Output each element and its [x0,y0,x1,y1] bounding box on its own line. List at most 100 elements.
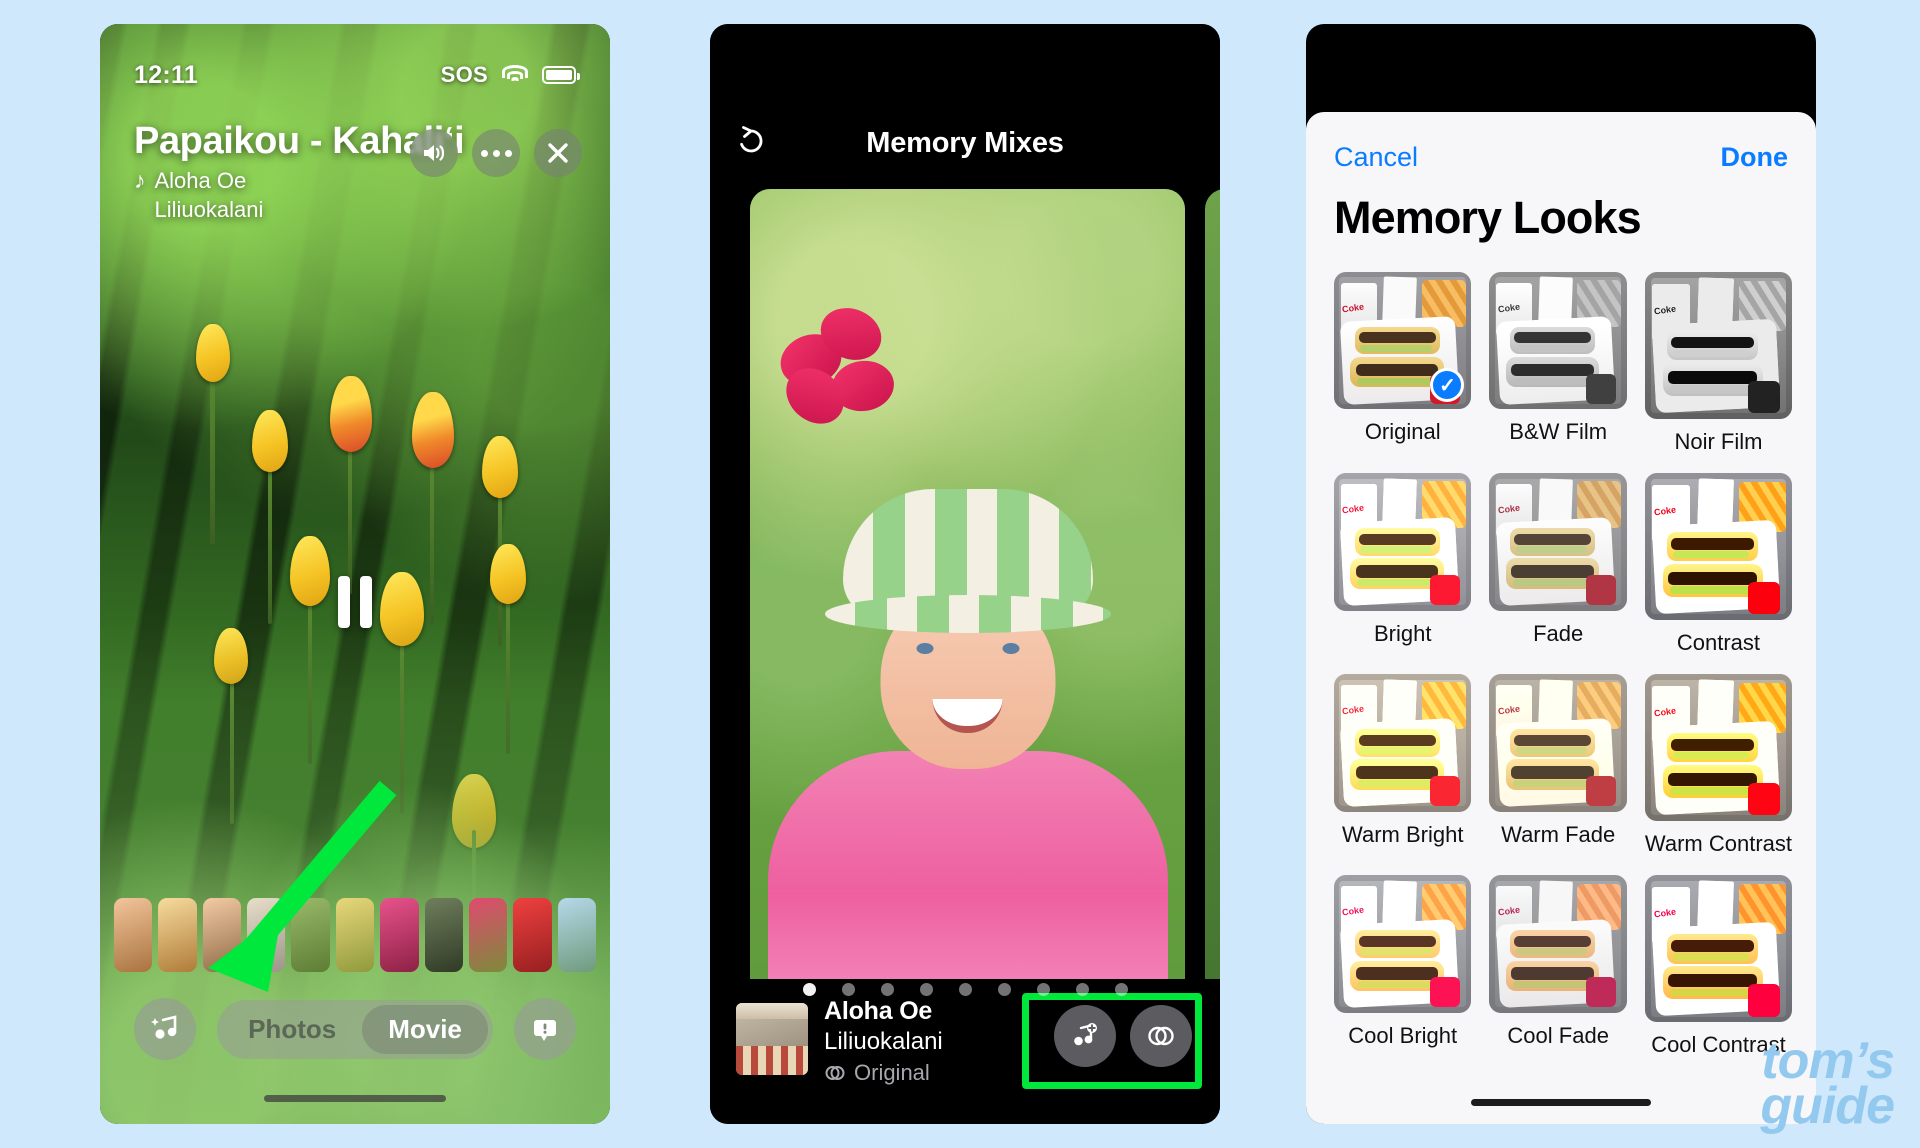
look-option-cool-contrast[interactable]: Cool Contrast [1644,875,1792,1058]
look-label: Warm Bright [1342,821,1464,847]
music-sparkle-icon [151,1015,177,1039]
mix-card-current[interactable] [750,189,1185,1011]
more-options-button[interactable] [472,129,520,177]
close-button[interactable] [534,129,582,177]
look-label: B&W Film [1509,419,1608,445]
mix-action-buttons [1054,1005,1192,1067]
list-item[interactable] [335,898,375,972]
look-thumbnail[interactable] [1644,674,1792,822]
change-music-button[interactable] [1054,1005,1116,1067]
list-item[interactable] [291,898,330,972]
look-thumbnail[interactable] [1334,875,1472,1013]
page-dot[interactable] [919,983,933,996]
look-option-noir-film[interactable]: Noir Film [1644,272,1792,455]
look-label: Fade [1533,620,1584,646]
look-option-original[interactable]: ✓ Original [1334,272,1472,455]
page-dot[interactable] [958,983,972,996]
home-indicator [264,1095,446,1102]
look-option-cool-fade[interactable]: Cool Fade [1489,875,1627,1058]
look-thumbnail[interactable] [1489,674,1627,812]
tab-movie[interactable]: Movie [362,1004,488,1054]
memory-looks-button[interactable] [1130,1005,1192,1067]
watermark-line-2: guide [1760,1077,1895,1136]
list-item[interactable] [202,898,242,972]
page-dot[interactable] [1036,983,1050,996]
list-item[interactable] [424,898,463,972]
look-thumbnail[interactable] [1489,875,1627,1013]
look-thumbnail[interactable] [1644,272,1792,420]
person-hat [824,489,1111,633]
list-item[interactable] [380,898,419,972]
current-look: Original [824,1060,943,1086]
page-dot[interactable] [841,983,855,996]
caption-bubble-icon [533,1020,556,1041]
mix-card-next[interactable] [1205,189,1220,1011]
list-item[interactable] [557,898,596,972]
look-option-bright[interactable]: Bright [1334,473,1472,656]
look-label: Warm Contrast [1644,831,1792,857]
page-dot[interactable] [997,983,1011,996]
page-dot[interactable] [1075,983,1089,996]
speaker-button[interactable] [410,129,458,177]
look-option-cool-bright[interactable]: Cool Bright [1334,875,1472,1058]
music-note-icon: ♪ [134,167,146,193]
phone-screen-memory-playback: 12:11 SOS Papaikou - Kahali‘i ♪ Aloha Oe… [100,24,610,1124]
ellipsis-icon [480,149,512,157]
look-thumbnail[interactable] [1334,473,1472,611]
page-dot[interactable] [880,983,894,996]
song-title: Aloha Oe [824,997,933,1025]
look-option-warm-fade[interactable]: Warm Fade [1489,674,1627,857]
look-label: Bright [1373,620,1432,646]
song-title: Aloha Oe [154,168,247,193]
phone-screen-memory-mixes: Memory Mixes Aloha Oe Liliuokalani Origi… [710,24,1220,1124]
look-label: Cool Bright [1348,1022,1458,1048]
look-thumbnail[interactable] [1489,473,1627,611]
filter-circles-icon [1148,1026,1174,1046]
look-option-fade[interactable]: Fade [1489,473,1627,656]
list-item[interactable] [158,898,197,972]
look-thumbnail[interactable]: ✓ [1334,272,1472,410]
look-option-warm-bright[interactable]: Warm Bright [1334,674,1472,857]
look-thumbnail[interactable] [1489,272,1627,410]
list-item[interactable] [513,898,552,972]
status-bar: 12:11 SOS [100,58,610,92]
mixes-footer: Aloha Oe Liliuokalani Original [710,979,1220,1124]
looks-grid: ✓ Original B&W Film Noir Film [1334,272,1792,1058]
look-label: Cool Fade [1507,1022,1609,1048]
page-title: Memory Looks [1334,192,1642,243]
sos-indicator: SOS [440,62,488,87]
pause-indicator[interactable] [338,576,372,628]
now-playing-info: ♪ Aloha Oe Liliuokalani [134,166,263,224]
look-thumbnail[interactable] [1644,473,1792,621]
tab-photos[interactable]: Photos [222,1005,362,1054]
watermark: tom’s guide [1760,1035,1895,1136]
song-artist: Liliuokalani [154,197,264,222]
music-sparkle-button[interactable] [134,998,196,1060]
memory-thumbnail-strip[interactable] [114,896,596,974]
music-note-plus-icon [1074,1023,1097,1046]
filter-circles-icon [825,1066,845,1080]
playback-bottom-controls: Photos Movie [100,992,610,1066]
carousel-page-dots[interactable] [710,983,1220,996]
look-thumbnail[interactable] [1644,875,1792,1023]
status-time: 12:11 [134,60,199,89]
look-thumbnail[interactable] [1334,674,1472,812]
page-dot[interactable] [802,983,816,996]
page-dot[interactable] [1114,983,1128,996]
done-button[interactable]: Done [1721,142,1789,173]
look-option-contrast[interactable]: Contrast [1644,473,1792,656]
look-option-warm-contrast[interactable]: Warm Contrast [1644,674,1792,857]
cancel-button[interactable]: Cancel [1334,142,1418,173]
list-item[interactable] [468,898,508,972]
current-look-label: Original [854,1060,930,1085]
list-item[interactable] [247,898,286,972]
playback-top-controls [410,129,582,177]
look-option-bw-film[interactable]: B&W Film [1489,272,1627,455]
list-item[interactable] [114,898,153,972]
caption-button[interactable] [513,998,576,1060]
mix-carousel[interactable] [710,189,1220,1014]
now-playing-meta: Aloha Oe Liliuokalani Original [824,997,943,1086]
mode-segmented-control[interactable]: Photos Movie [217,999,493,1059]
look-label: Noir Film [1674,429,1763,455]
mixes-header: Memory Mixes [710,24,1220,189]
